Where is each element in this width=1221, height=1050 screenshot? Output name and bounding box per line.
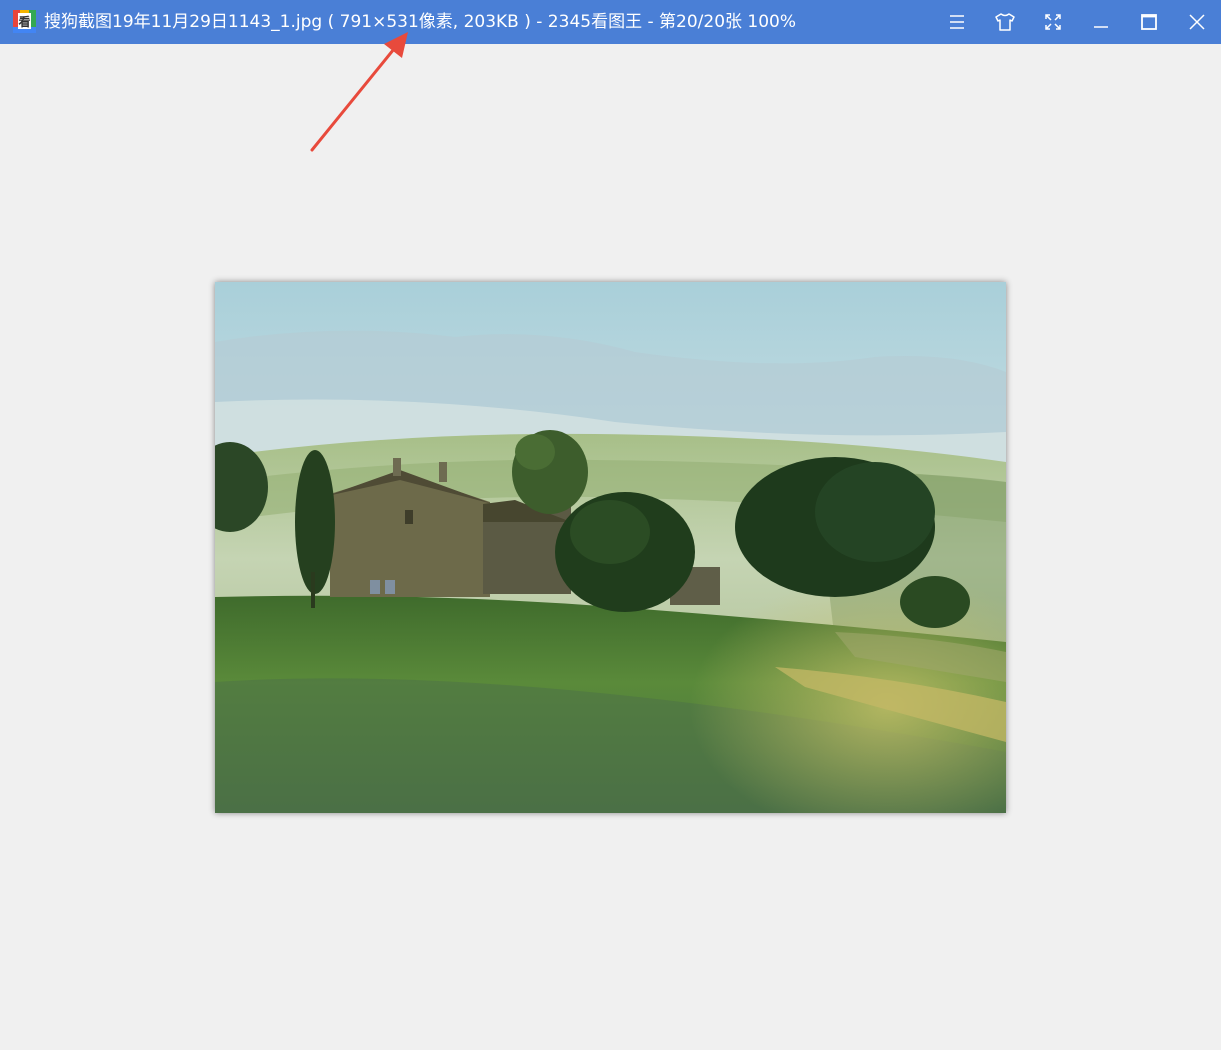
close-button[interactable]: [1173, 0, 1221, 44]
minimize-icon: [1092, 13, 1110, 31]
window-title: 搜狗截图19年11月29日1143_1.jpg ( 791×531像素, 203…: [44, 12, 797, 32]
menu-button[interactable]: [933, 0, 981, 44]
displayed-image[interactable]: [215, 282, 1006, 813]
tshirt-icon: [994, 12, 1016, 32]
title-bar[interactable]: 看 搜狗截图19年11月29日1143_1.jpg ( 791×531像素, 2…: [0, 0, 1221, 44]
maximize-icon: [1140, 13, 1158, 31]
skin-button[interactable]: [981, 0, 1029, 44]
window-controls: [933, 0, 1221, 44]
menu-icon: [948, 14, 966, 30]
minimize-button[interactable]: [1077, 0, 1125, 44]
app-logo-icon: 看: [13, 10, 36, 33]
svg-text:看: 看: [18, 14, 30, 29]
maximize-button[interactable]: [1125, 0, 1173, 44]
close-icon: [1188, 13, 1206, 31]
fullscreen-icon: [1044, 13, 1062, 31]
fullscreen-button[interactable]: [1029, 0, 1077, 44]
